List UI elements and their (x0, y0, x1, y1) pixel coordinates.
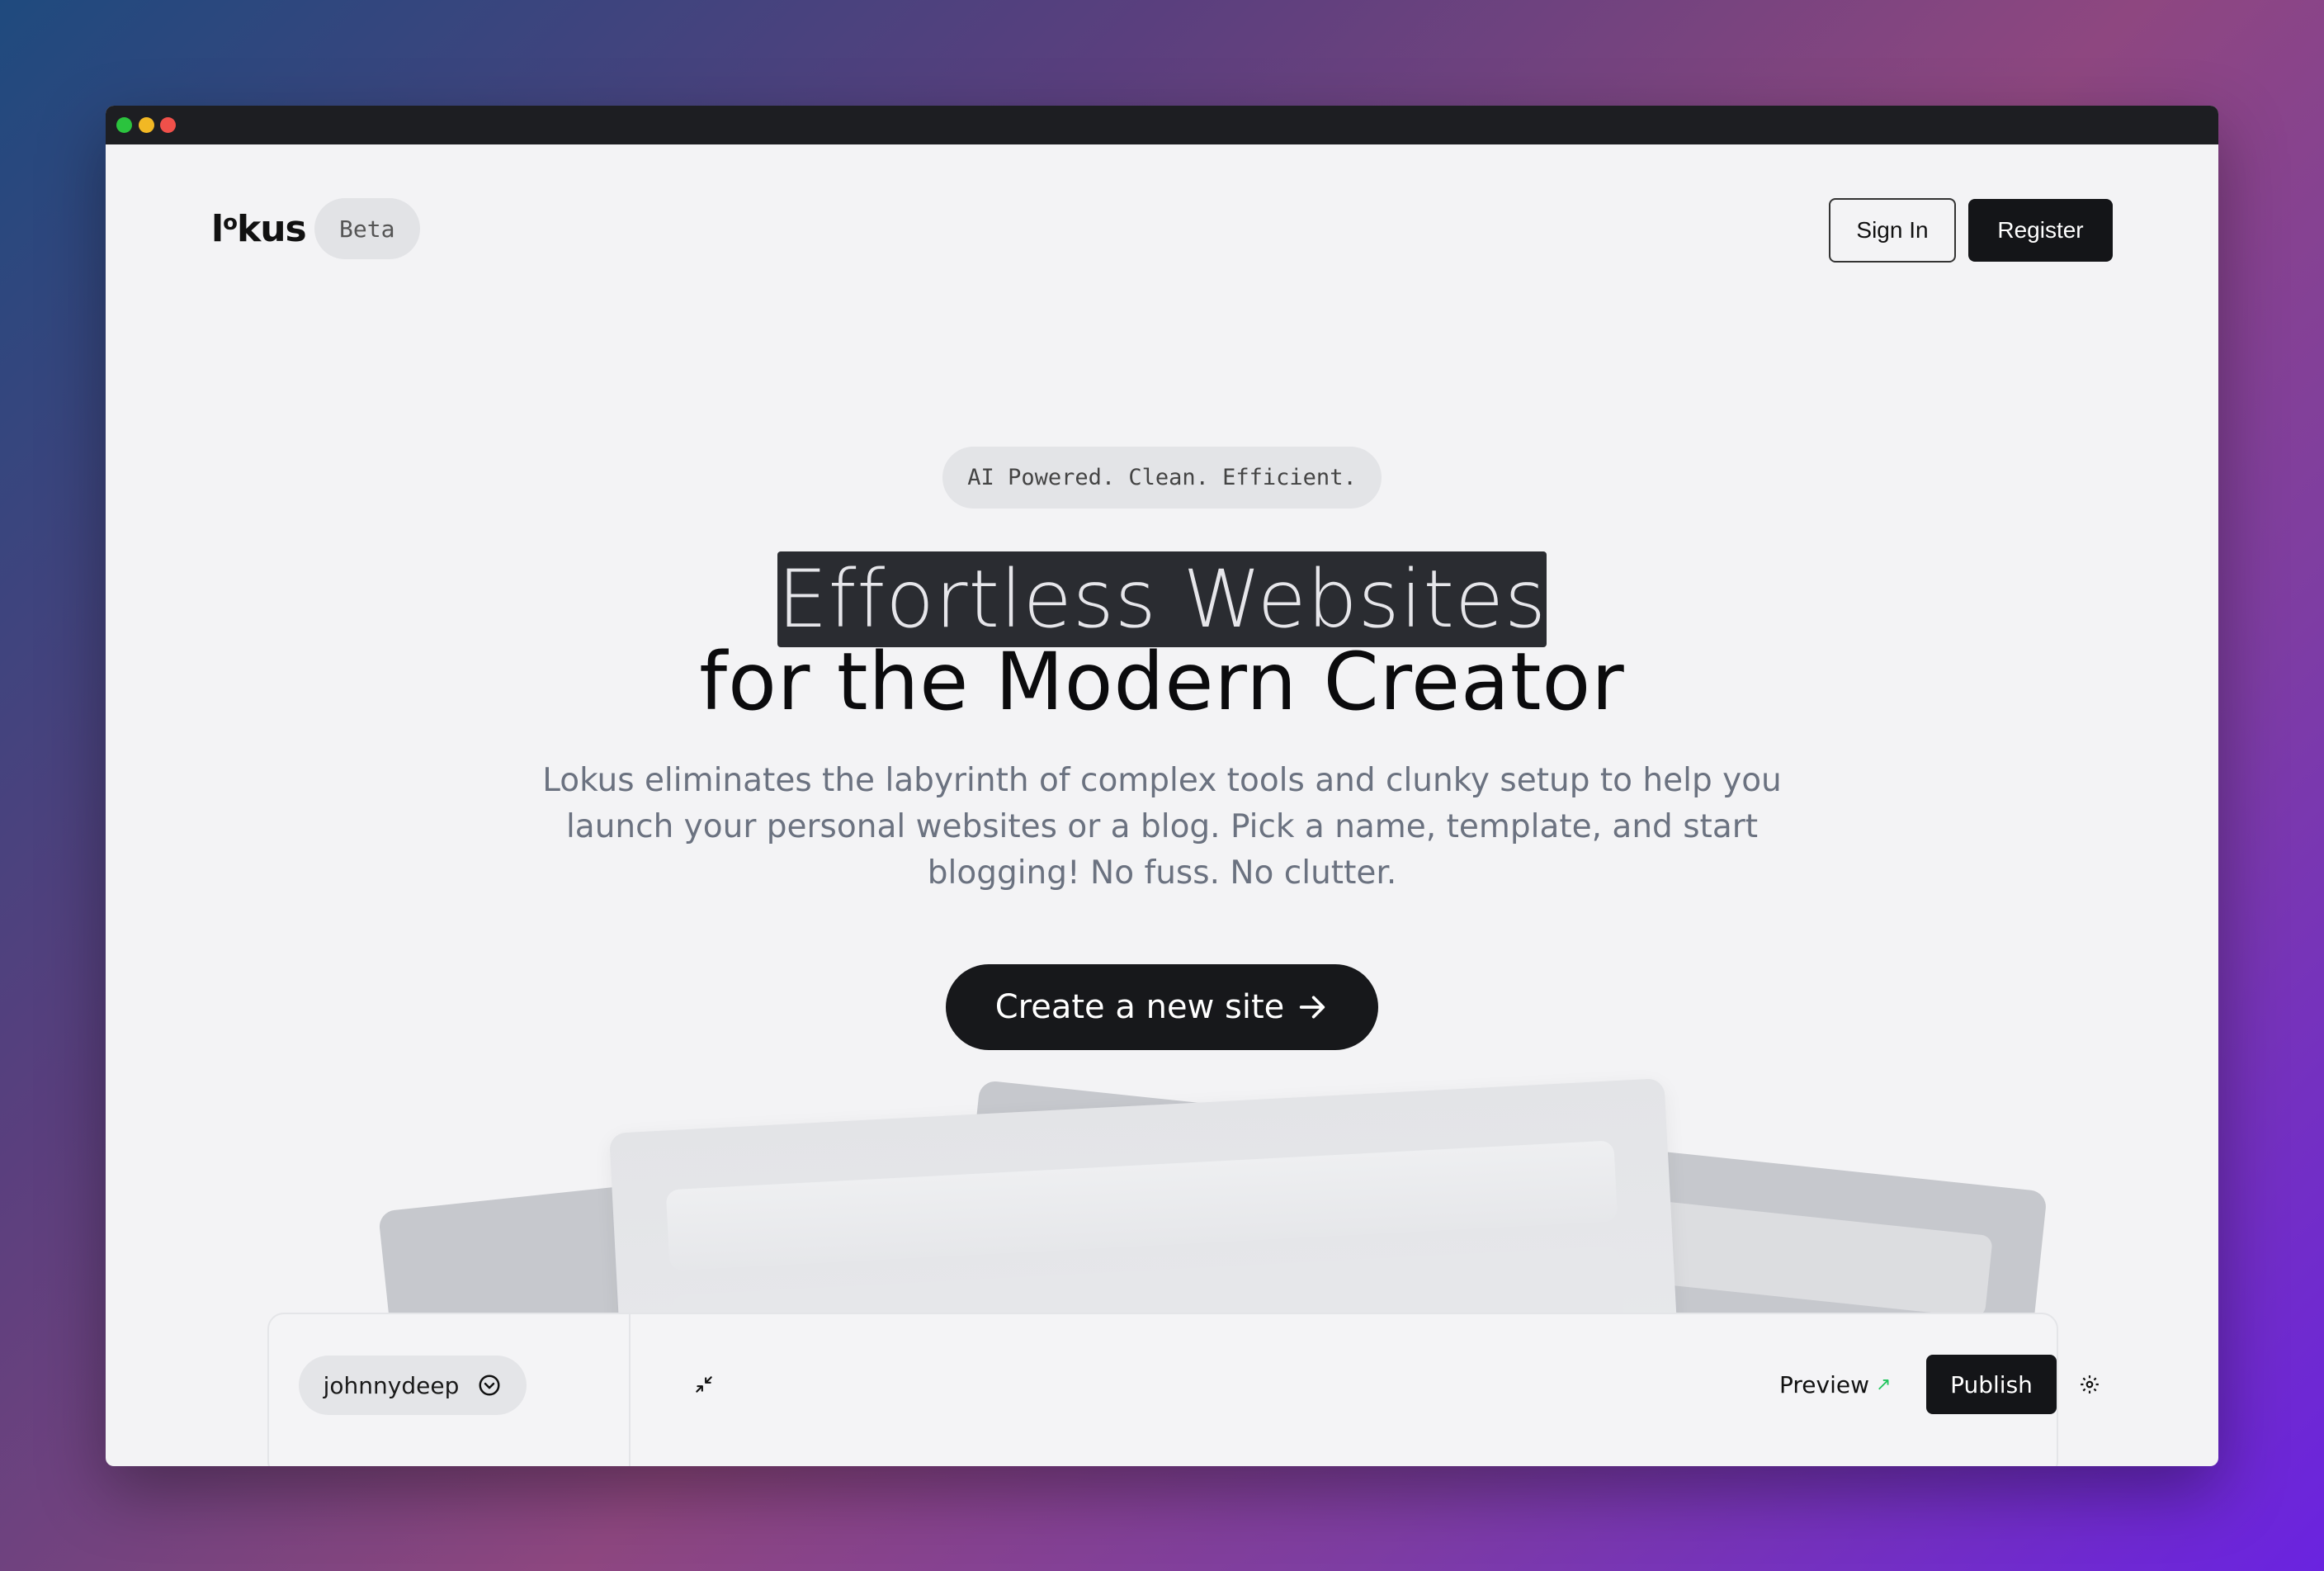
editor-toolbar: johnnydeep Preview ↗ Publish (267, 1313, 2099, 1466)
chevron-down-circle-icon (479, 1375, 500, 1396)
window-titlebar (106, 106, 2218, 144)
sign-in-button[interactable]: Sign In (1829, 198, 1956, 263)
external-arrow-icon: ↗ (1876, 1374, 1892, 1395)
tagline-badge: AI Powered. Clean. Efficient. (942, 447, 1382, 509)
user-selector[interactable]: johnnydeep (299, 1356, 527, 1415)
beta-badge: Beta (314, 198, 420, 259)
preview-label: Preview (1779, 1370, 1869, 1398)
arrow-right-icon (1300, 996, 1325, 1019)
preview-link[interactable]: Preview ↗ (1779, 1368, 1891, 1401)
headline-line-2: for the Modern Creator (699, 636, 1625, 728)
window-maximize-button[interactable] (116, 117, 132, 133)
username: johnnydeep (323, 1371, 460, 1399)
gear-icon[interactable] (2079, 1374, 2100, 1395)
hero-subtitle: Lokus eliminates the labyrinth of comple… (542, 762, 1782, 892)
browser-window: lokus Beta Sign In Register AI Powered. … (106, 106, 2218, 1466)
create-site-button[interactable]: Create a new site (946, 964, 1378, 1050)
window-minimize-button[interactable] (139, 117, 154, 133)
toolbar-divider (629, 1314, 631, 1466)
logo[interactable]: lokus (211, 208, 307, 250)
publish-button[interactable]: Publish (1926, 1355, 2057, 1414)
brand[interactable]: lokus Beta (211, 198, 420, 259)
create-site-label: Create a new site (994, 988, 1285, 1026)
window-close-button[interactable] (160, 117, 176, 133)
register-button[interactable]: Register (1968, 199, 2113, 262)
collapse-icon[interactable] (693, 1374, 715, 1395)
headline-line-1: Effortless Websites (777, 553, 1547, 646)
